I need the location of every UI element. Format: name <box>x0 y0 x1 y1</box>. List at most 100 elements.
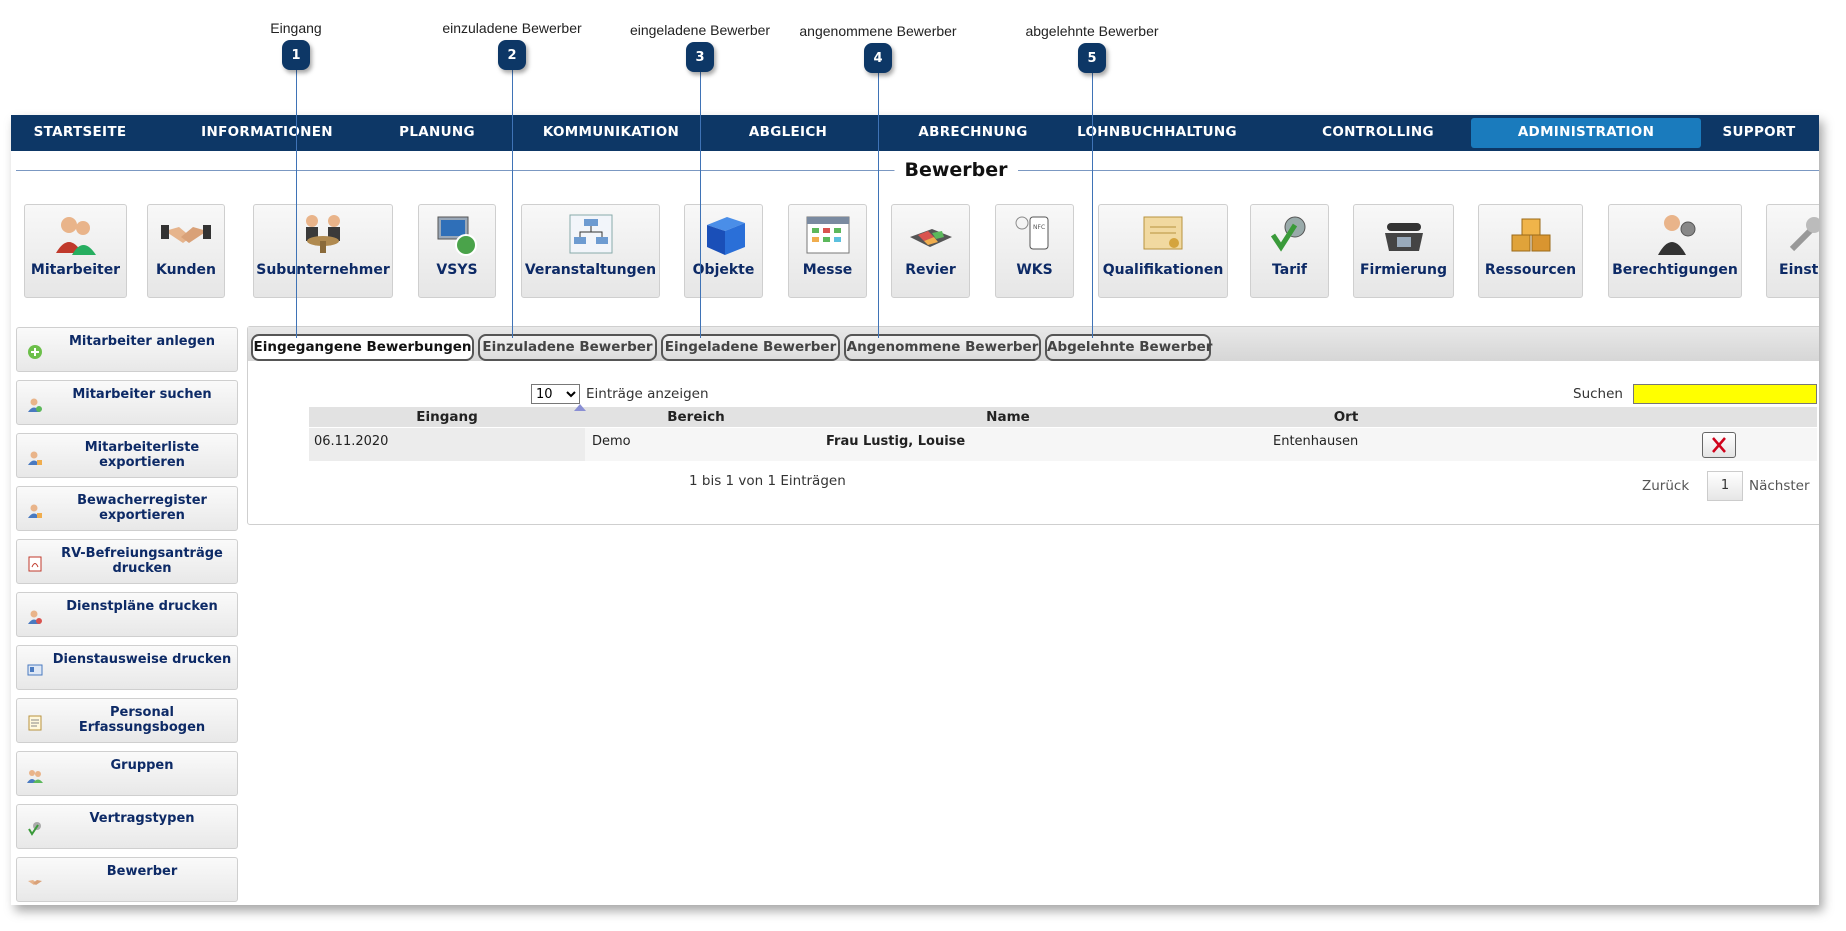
module-label: Mitarbeiter <box>30 262 121 278</box>
users-icon <box>55 217 96 255</box>
tab-eingegangene-bewerbungen[interactable]: Eingegangene Bewerbungen <box>251 334 474 361</box>
tab-eingeladene-bewerber[interactable]: Eingeladene Bewerber <box>661 334 840 361</box>
pagination-page-1[interactable]: 1 <box>1707 471 1743 501</box>
annotation-badge-4: 4 <box>864 43 892 73</box>
computer-icon <box>437 216 477 256</box>
tab-bar: Eingegangene Bewerbungen Einzuladene Bew… <box>248 327 1819 361</box>
wrench-icon <box>1789 217 1819 252</box>
handshake-icon <box>161 225 211 243</box>
module-firmierung[interactable]: Firmierung <box>1353 204 1454 298</box>
calendar-icon <box>806 216 849 254</box>
sidebar-item-label: Gruppen <box>110 758 174 773</box>
annotation-line-2 <box>512 70 513 338</box>
pagination-previous[interactable]: Zurück <box>1642 478 1689 494</box>
nav-item-startseite[interactable]: STARTSEITE <box>34 115 127 151</box>
column-header-ort[interactable]: Ort <box>1209 407 1483 427</box>
top-navigation: STARTSEITE INFORMATIONEN PLANUNG KOMMUNI… <box>11 115 1819 151</box>
module-label: Messe <box>802 262 853 278</box>
nav-item-controlling[interactable]: CONTROLLING <box>1322 115 1434 151</box>
column-header-name[interactable]: Name <box>807 407 1209 427</box>
module-kunden[interactable]: Kunden <box>147 204 225 298</box>
sidebar-item-vertragstypen[interactable]: Vertragstypen <box>16 804 238 849</box>
module-wks[interactable]: NFC WKS <box>995 204 1074 298</box>
module-label: Einste <box>1779 262 1819 278</box>
nav-item-abgleich[interactable]: ABGLEICH <box>749 115 827 151</box>
partners-icon <box>306 215 340 253</box>
annotation-badge-2: 2 <box>498 40 526 70</box>
title-rule-left <box>16 170 904 171</box>
search-label: Suchen <box>1573 386 1623 402</box>
sidebar-item-bewerber[interactable]: Bewerber <box>16 857 238 902</box>
cell-name: Frau Lustig, Louise <box>826 434 966 449</box>
sidebar-item-dienstausweise-drucken[interactable]: Dienstausweise drucken <box>16 645 238 690</box>
module-objekte[interactable]: Objekte <box>684 204 763 298</box>
group-icon <box>27 770 43 783</box>
sidebar-item-label: Mitarbeiter anlegen <box>68 334 215 349</box>
nav-item-lohnbuchhaltung[interactable]: LOHNBUCHHALTUNG <box>1077 115 1237 151</box>
module-label: Tarif <box>1272 262 1307 278</box>
pagination-next[interactable]: Nächster <box>1749 478 1810 494</box>
user-print-icon <box>28 610 42 624</box>
module-vsys[interactable]: VSYS <box>418 204 496 298</box>
cell-bereich: Demo <box>592 434 631 449</box>
admin-user-icon <box>1658 215 1696 255</box>
annotation-label-2: einzuladene Bewerber <box>442 20 582 36</box>
module-revier[interactable]: Revier <box>891 204 970 298</box>
handshake-icon <box>28 880 42 885</box>
sidebar-item-mitarbeiterliste-exportieren[interactable]: Mitarbeiterliste exportieren <box>16 433 238 478</box>
module-subunternehmer[interactable]: Subunternehmer <box>253 204 393 298</box>
tab-angenommene-bewerber[interactable]: Angenommene Bewerber <box>844 334 1041 361</box>
module-label: Revier <box>905 262 956 278</box>
nav-item-administration[interactable]: ADMINISTRATION <box>1518 115 1654 151</box>
page-length-select[interactable]: 10 <box>531 384 580 404</box>
annotation-badge-1: 1 <box>282 40 310 70</box>
module-qualifikationen[interactable]: Qualifikationen <box>1098 204 1228 298</box>
column-header-bereich[interactable]: Bereich <box>585 407 807 427</box>
sidebar-item-dienstplaene-drucken[interactable]: Dienstpläne drucken <box>16 592 238 637</box>
module-mitarbeiter[interactable]: Mitarbeiter <box>24 204 127 298</box>
search-input[interactable] <box>1633 384 1817 404</box>
annotation-line-5 <box>1092 73 1093 338</box>
nav-item-abrechnung[interactable]: ABRECHNUNG <box>918 115 1027 151</box>
annotation-label-1: Eingang <box>270 20 322 36</box>
module-label: WKS <box>1016 262 1053 278</box>
module-berechtigungen[interactable]: Berechtigungen <box>1608 204 1742 298</box>
tab-einzuladene-bewerber[interactable]: Einzuladene Bewerber <box>478 334 657 361</box>
nav-item-kommunikation[interactable]: KOMMUNIKATION <box>543 115 679 151</box>
module-ressourcen[interactable]: Ressourcen <box>1478 204 1583 298</box>
page-length-label: Einträge anzeigen <box>586 386 709 402</box>
annotation-badge-3: 3 <box>686 42 714 72</box>
pagination-info: 1 bis 1 von 1 Einträgen <box>689 473 846 489</box>
nav-item-planung[interactable]: PLANUNG <box>399 115 475 151</box>
sidebar-item-label: Dienstpläne drucken <box>66 599 218 614</box>
module-tarif[interactable]: Tarif <box>1250 204 1329 298</box>
tab-abgelehnte-bewerber[interactable]: Abgelehnte Bewerber <box>1045 334 1212 361</box>
sidebar-item-rv-befreiungsantraege-drucken[interactable]: RV-Befreiungsanträge drucken <box>16 539 238 584</box>
sidebar-item-label: RV-Befreiungsanträge drucken <box>61 546 223 576</box>
svg-text:NFC: NFC <box>1033 224 1045 231</box>
annotation-label-4: angenommene Bewerber <box>799 23 957 39</box>
nav-item-informationen[interactable]: INFORMATIONEN <box>201 115 333 151</box>
sidebar-item-mitarbeiter-anlegen[interactable]: Mitarbeiter anlegen <box>16 327 238 372</box>
sidebar-item-gruppen[interactable]: Gruppen <box>16 751 238 796</box>
table-row[interactable]: 06.11.2020 Demo Frau Lustig, Louise Ente… <box>309 428 1817 461</box>
delete-button[interactable] <box>1702 432 1736 458</box>
sidebar-item-label: Dienstausweise drucken <box>52 652 232 667</box>
module-messe[interactable]: Messe <box>788 204 867 298</box>
user-search-icon <box>28 398 42 412</box>
sidebar-item-label: Bewacherregister exportieren <box>77 493 207 523</box>
tariff-icon <box>1270 216 1305 252</box>
sidebar-item-bewacherregister-exportieren[interactable]: Bewacherregister exportieren <box>16 486 238 531</box>
column-header-eingang[interactable]: Eingang <box>309 407 585 427</box>
sidebar-item-label: Bewerber <box>106 864 178 879</box>
nav-item-support[interactable]: SUPPORT <box>1722 115 1795 151</box>
module-label: Subunternehmer <box>256 262 390 278</box>
annotation-line-1 <box>296 70 297 338</box>
delete-x-icon <box>1712 437 1726 453</box>
module-label: Veranstaltungen <box>524 262 657 278</box>
module-veranstaltungen[interactable]: Veranstaltungen <box>521 204 660 298</box>
sidebar-item-mitarbeiter-suchen[interactable]: Mitarbeiter suchen <box>16 380 238 425</box>
sidebar-item-personal-erfassungsbogen[interactable]: Personal Erfassungsbogen <box>16 698 238 743</box>
pdf-icon <box>28 556 42 572</box>
module-einstellungen[interactable]: Einste <box>1766 204 1819 298</box>
